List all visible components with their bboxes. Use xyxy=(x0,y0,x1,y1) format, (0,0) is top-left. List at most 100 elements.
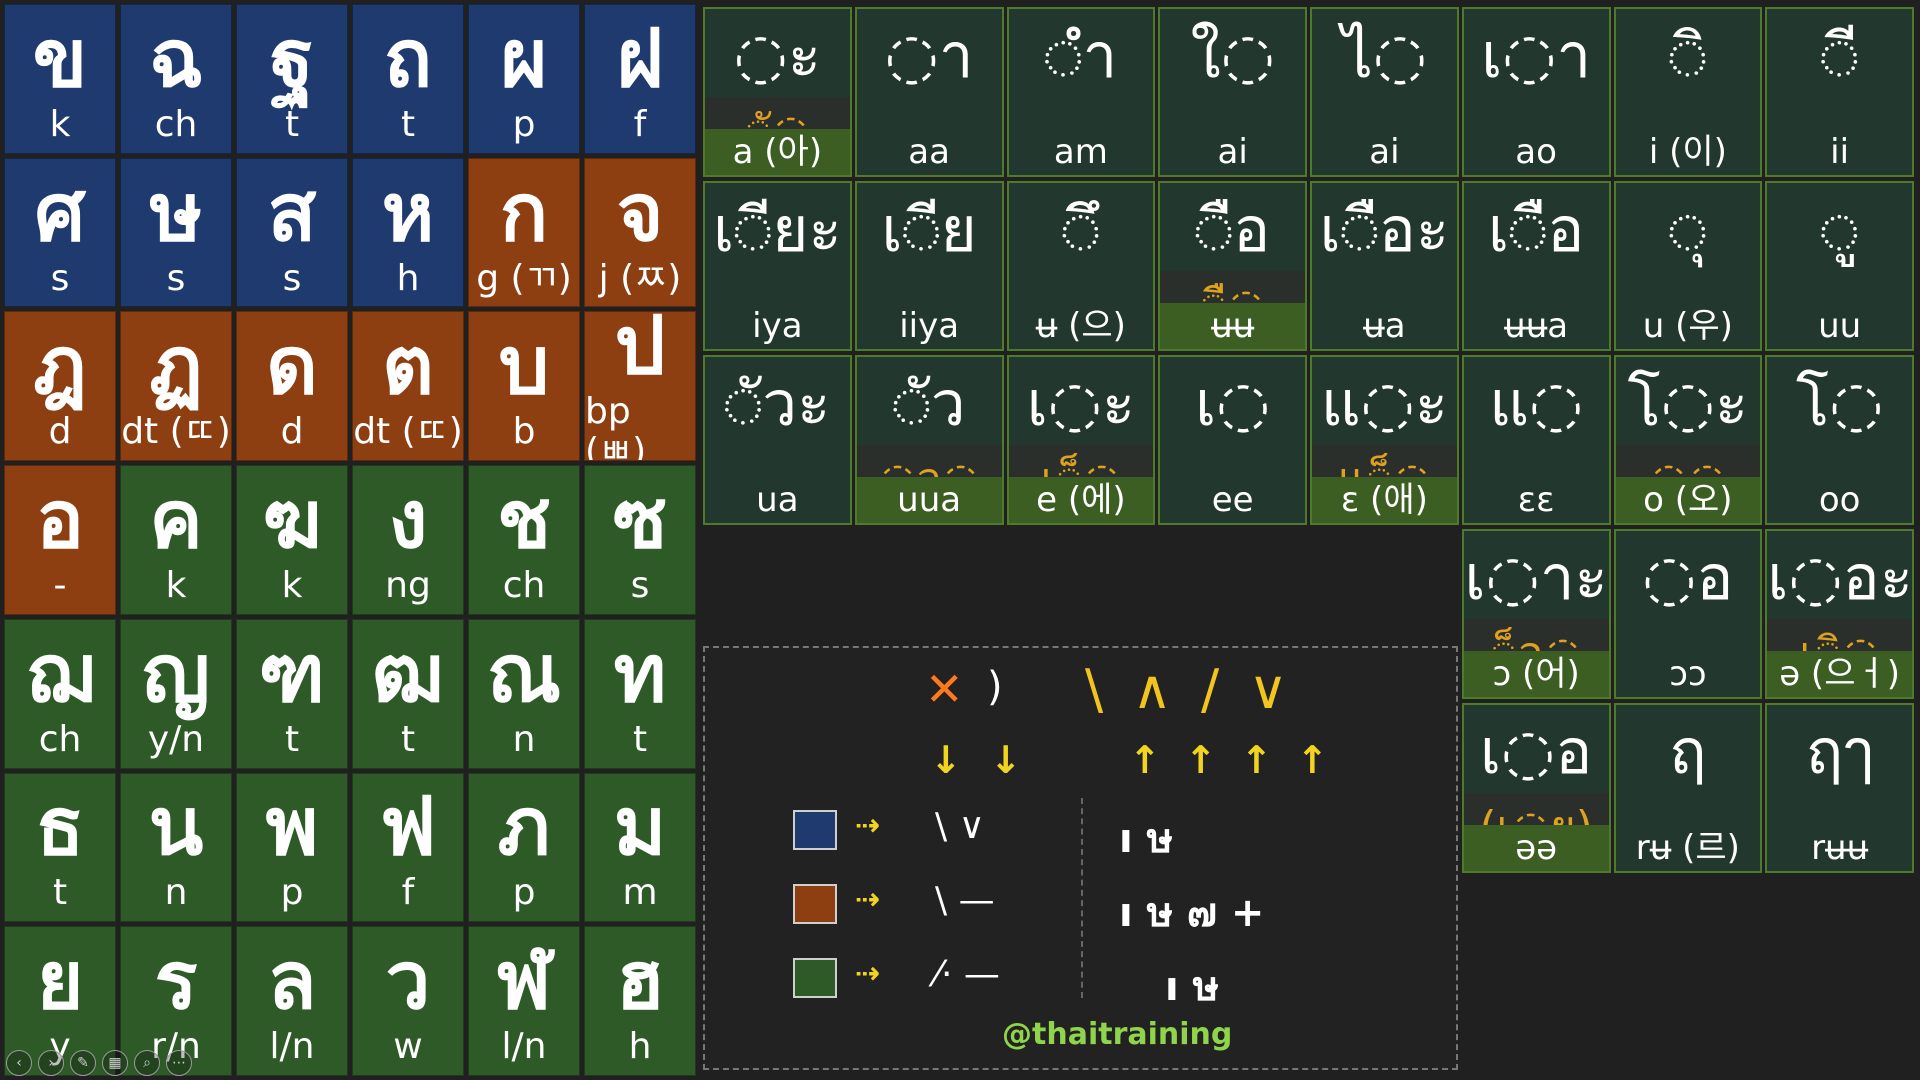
up-arrows: ↑↑↑↑ xyxy=(1129,738,1353,782)
vowel-glyph: ◌า xyxy=(884,19,974,92)
vowel-cell: ใ◌ ai xyxy=(1158,7,1307,177)
vowel-cell: แ◌ะแ◌็◌ɛ (애) xyxy=(1310,355,1459,525)
consonant-romanization: g (ㄲ) xyxy=(476,257,572,299)
consonant-romanization: p xyxy=(512,103,536,145)
consonant-cell: ป bp (ㅃ) xyxy=(584,311,696,462)
vowel-cell: ◌ัวะ ua xyxy=(703,355,852,525)
vowel-label: iya xyxy=(752,306,803,346)
consonant-romanization: t xyxy=(632,718,648,760)
vowel-cell: เ◌ีย iiya xyxy=(854,181,1004,351)
vowel-glyph: ◌ู xyxy=(1820,193,1859,266)
consonant-romanization: k xyxy=(49,103,71,145)
vowel-label: ao xyxy=(1515,132,1557,172)
consonant-glyph: ฑ xyxy=(258,626,326,720)
vowel-label: ɔɔ xyxy=(1669,654,1707,694)
consonant-glyph: ป xyxy=(614,311,666,393)
vowel-label: ɔ (어) xyxy=(1463,651,1609,697)
consonant-cell: ญ y/n xyxy=(120,618,232,769)
consonant-romanization: s xyxy=(282,257,302,299)
vowel-glyph: ◌ึ xyxy=(1061,193,1100,266)
vowel-glyph: เ◌ีย xyxy=(881,193,977,266)
vowel-label: ɛ (애) xyxy=(1312,477,1457,523)
row1-arrow-icon: ⇢ xyxy=(855,808,881,843)
next-icon[interactable]: › xyxy=(38,1050,64,1076)
vowel-glyph: โ◌ xyxy=(1795,367,1884,440)
consonant-romanization: w xyxy=(393,1026,423,1068)
vowel-cell: เ◌าะ◌็อ◌ɔ (어) xyxy=(1461,529,1611,699)
consonant-glyph: ต xyxy=(382,319,434,413)
consonant-cell: ฉ ch xyxy=(120,4,232,154)
consonant-cell: ฌ ch xyxy=(4,618,116,769)
consonant-glyph: ท xyxy=(613,626,667,720)
consonant-glyph: ฆ xyxy=(262,472,322,566)
consonant-glyph: ค xyxy=(149,472,203,566)
row2-arrow-icon: ⇢ xyxy=(855,882,881,917)
consonant-romanization: ch xyxy=(502,564,546,606)
consonant-cell: ง ng xyxy=(352,465,464,615)
vowel-cell: เ◌ ee xyxy=(1158,355,1307,525)
vowel-label: a (아) xyxy=(705,129,850,175)
vowel-cell: เ◌ือ ʉʉa xyxy=(1461,181,1611,351)
consonant-romanization: p xyxy=(512,872,536,914)
vowel-cell: เ◌ือะ ʉa xyxy=(1310,181,1459,351)
vowel-glyph: ◌ำ xyxy=(1044,19,1118,92)
consonant-romanization: k xyxy=(281,564,303,606)
consonant-romanization: ch xyxy=(38,718,82,760)
vowel-label: ee xyxy=(1211,480,1254,520)
vowel-cell: เ◌ียะ iya xyxy=(703,181,852,351)
vowel-glyph: ◌ุ xyxy=(1668,193,1707,266)
consonant-glyph: น xyxy=(148,780,204,874)
vowel-glyph: ฤ xyxy=(1669,715,1707,788)
consonant-romanization: n xyxy=(512,718,536,760)
consonant-cell: ผp xyxy=(468,4,580,154)
vowel-cell: เ◌า ao xyxy=(1461,7,1611,177)
vowel-label: ʉ (으) xyxy=(1035,306,1126,346)
vowel-cell: ◌ะ◌ั◌a (아) xyxy=(703,7,852,177)
more-icon[interactable]: ⋯ xyxy=(166,1050,192,1076)
row1-tones: \ ∨ xyxy=(935,806,985,847)
vowel-glyph: ◌ัว xyxy=(892,367,966,440)
vowel-cell: ◌ำ am xyxy=(1006,7,1156,177)
slide-controls[interactable]: ‹ › ✎ ▦ ⌕ ⋯ xyxy=(6,1050,192,1076)
vowel-glyph: เ◌าะ xyxy=(1464,541,1608,614)
vowel-label: ii xyxy=(1830,132,1850,172)
vowel-label: əə xyxy=(1463,825,1609,871)
consonant-romanization: dt (ㄸ) xyxy=(121,411,231,453)
consonant-cell: ฎd xyxy=(4,311,116,462)
consonant-romanization: dt (ㄸ) xyxy=(353,411,463,453)
consonant-cell: วw xyxy=(352,926,464,1076)
consonant-glyph: ฎ xyxy=(33,319,87,413)
vowel-cell: ◌อ ɔɔ xyxy=(1613,529,1763,699)
consonant-grid: ข k ฉ ch ฐ t ถ t ผ p ฝ f ศ s ษ s ส s ห h ก g (ㄲ) จ j (ㅉ) ฎ d ฏ dt (… xyxy=(0,0,700,1080)
pen-icon[interactable]: ✎ xyxy=(70,1050,96,1076)
vowel-label: ə (으ㅓ) xyxy=(1767,651,1912,697)
consonant-glyph: ล xyxy=(267,934,317,1028)
vowel-cell: โ◌ oo xyxy=(1765,355,1914,525)
vowel-cell: ◌ุ u (우) xyxy=(1613,181,1763,351)
consonant-cell: ฑt xyxy=(236,618,348,769)
consonant-cell: ดd xyxy=(236,311,348,462)
consonant-cell: บb xyxy=(468,311,580,462)
vowel-cell: ◌า aa xyxy=(854,7,1004,177)
mid-class-swatch xyxy=(793,884,837,924)
zoom-icon[interactable]: ⌕ xyxy=(134,1050,160,1076)
high-class-swatch xyxy=(793,810,837,850)
consonant-cell: ต dt (ㄸ) xyxy=(352,311,464,462)
consonant-romanization: f xyxy=(401,872,415,914)
consonant-cell: คk xyxy=(120,465,232,615)
vowel-cell: ◌ือ◌ื◌ʉʉ xyxy=(1158,181,1307,351)
consonant-glyph: จ xyxy=(616,165,664,259)
consonant-glyph: ภ xyxy=(497,780,551,874)
slides-icon[interactable]: ▦ xyxy=(102,1050,128,1076)
consonant-glyph: ฉ xyxy=(148,11,204,105)
consonant-romanization: s xyxy=(630,564,650,606)
consonant-cell: ฮh xyxy=(584,926,696,1076)
consonant-glyph: ณ xyxy=(486,626,562,720)
vowel-glyph: แ◌ xyxy=(1489,367,1584,440)
vowel-label: uua xyxy=(856,477,1002,523)
vowel-label: rʉ (르) xyxy=(1635,828,1740,868)
consonant-cell: ซs xyxy=(584,465,696,615)
consonant-glyph: ซ xyxy=(612,472,668,566)
previous-icon[interactable]: ‹ xyxy=(6,1050,32,1076)
consonant-glyph: ฒ xyxy=(371,626,445,720)
